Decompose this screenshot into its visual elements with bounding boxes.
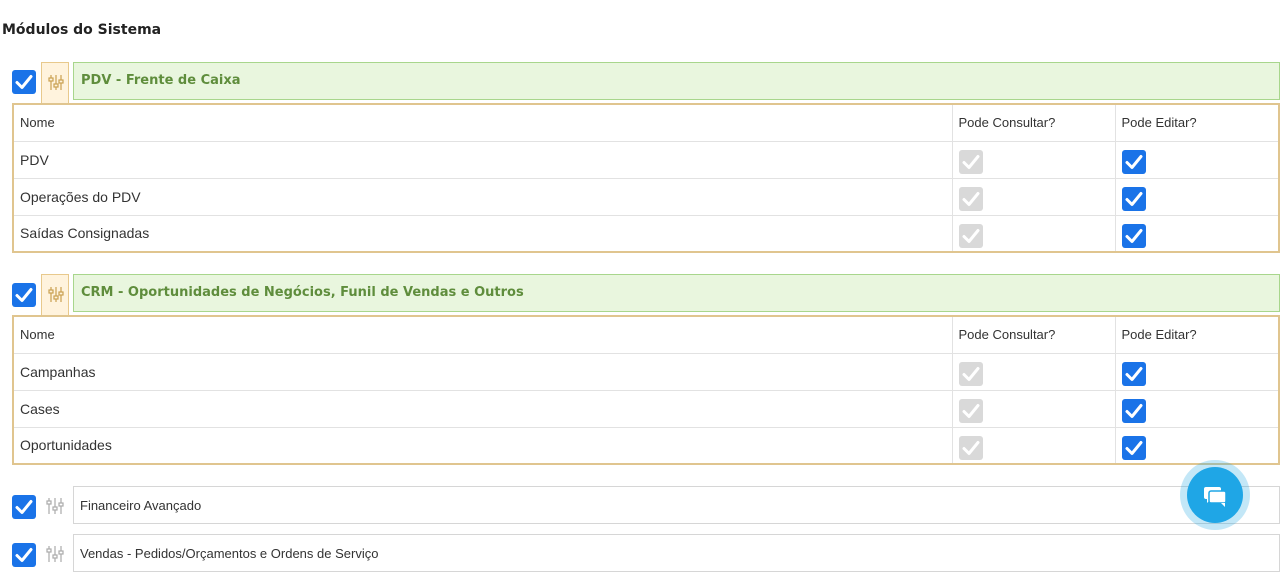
consult-checkbox xyxy=(958,150,983,174)
chat-icon xyxy=(1204,487,1227,507)
edit-checkbox[interactable] xyxy=(1121,435,1146,460)
column-header-edit: Pode Editar? xyxy=(1114,103,1280,142)
row-name: Operações do PDV xyxy=(12,177,953,216)
checkmark-icon xyxy=(1125,367,1142,381)
checkmark-icon xyxy=(962,228,979,243)
table-row: Operações do PDV xyxy=(12,177,1280,216)
sliders-icon[interactable] xyxy=(41,62,69,104)
edit-checkbox[interactable] xyxy=(1121,399,1146,423)
column-header-name: Nome xyxy=(12,103,953,142)
module-checkbox-financeiro[interactable] xyxy=(12,495,36,519)
checkmark-icon xyxy=(962,404,979,418)
checkmark-icon xyxy=(1125,155,1142,169)
edit-checkbox[interactable] xyxy=(1121,223,1146,248)
consult-checkbox xyxy=(958,223,983,248)
checkmark-icon xyxy=(15,288,33,302)
edit-checkbox[interactable] xyxy=(1121,150,1146,174)
table-header-row: Nome Pode Consultar? Pode Editar? xyxy=(12,103,1280,142)
checkmark-icon xyxy=(962,192,979,206)
checkmark-icon xyxy=(15,75,33,89)
checkmark-icon xyxy=(1125,404,1142,418)
consult-checkbox xyxy=(958,187,983,211)
table-row: Oportunidades xyxy=(12,426,1280,465)
column-header-name: Nome xyxy=(12,315,953,354)
permissions-table-pdv: Nome Pode Consultar? Pode Editar? PDV Op… xyxy=(12,103,1280,253)
sliders-icon[interactable] xyxy=(45,496,65,521)
table-row: Campanhas xyxy=(12,352,1280,391)
page-title: Módulos do Sistema xyxy=(2,22,162,38)
checkmark-icon xyxy=(1125,440,1142,455)
table-row: Cases xyxy=(12,389,1280,428)
consult-checkbox xyxy=(958,399,983,423)
table-row: Saídas Consignadas xyxy=(12,214,1280,253)
checkmark-icon xyxy=(962,367,979,381)
module-checkbox-pdv[interactable] xyxy=(12,70,36,94)
module-title-vendas[interactable]: Vendas - Pedidos/Orçamentos e Ordens de … xyxy=(73,534,1280,572)
module-header-pdv[interactable]: PDV - Frente de Caixa xyxy=(41,62,1280,104)
column-header-consult: Pode Consultar? xyxy=(951,315,1116,354)
module-header-crm[interactable]: CRM - Oportunidades de Negócios, Funil d… xyxy=(41,274,1280,316)
edit-checkbox[interactable] xyxy=(1121,187,1146,211)
column-header-consult: Pode Consultar? xyxy=(951,103,1116,142)
checkmark-icon xyxy=(1125,228,1142,243)
checkmark-icon xyxy=(15,500,33,514)
sliders-icon[interactable] xyxy=(45,544,65,569)
consult-checkbox xyxy=(958,435,983,460)
row-name: Campanhas xyxy=(12,352,953,391)
sliders-icon[interactable] xyxy=(41,274,69,316)
module-checkbox-crm[interactable] xyxy=(12,283,36,307)
module-title: PDV - Frente de Caixa xyxy=(73,62,1280,100)
module-title: CRM - Oportunidades de Negócios, Funil d… xyxy=(73,274,1280,312)
row-name: Saídas Consignadas xyxy=(12,214,953,253)
row-name: Oportunidades xyxy=(12,426,953,465)
module-title-financeiro[interactable]: Financeiro Avançado xyxy=(73,486,1280,524)
consult-checkbox xyxy=(958,362,983,386)
checkmark-icon xyxy=(962,440,979,455)
chat-button[interactable] xyxy=(1180,460,1250,530)
permissions-table-crm: Nome Pode Consultar? Pode Editar? Campan… xyxy=(12,315,1280,465)
edit-checkbox[interactable] xyxy=(1121,362,1146,386)
row-name: Cases xyxy=(12,389,953,428)
checkmark-icon xyxy=(15,548,33,562)
table-row: PDV xyxy=(12,140,1280,179)
checkmark-icon xyxy=(1125,192,1142,206)
checkmark-icon xyxy=(962,155,979,169)
row-name: PDV xyxy=(12,140,953,179)
table-header-row: Nome Pode Consultar? Pode Editar? xyxy=(12,315,1280,354)
column-header-edit: Pode Editar? xyxy=(1114,315,1280,354)
module-checkbox-vendas[interactable] xyxy=(12,543,36,567)
